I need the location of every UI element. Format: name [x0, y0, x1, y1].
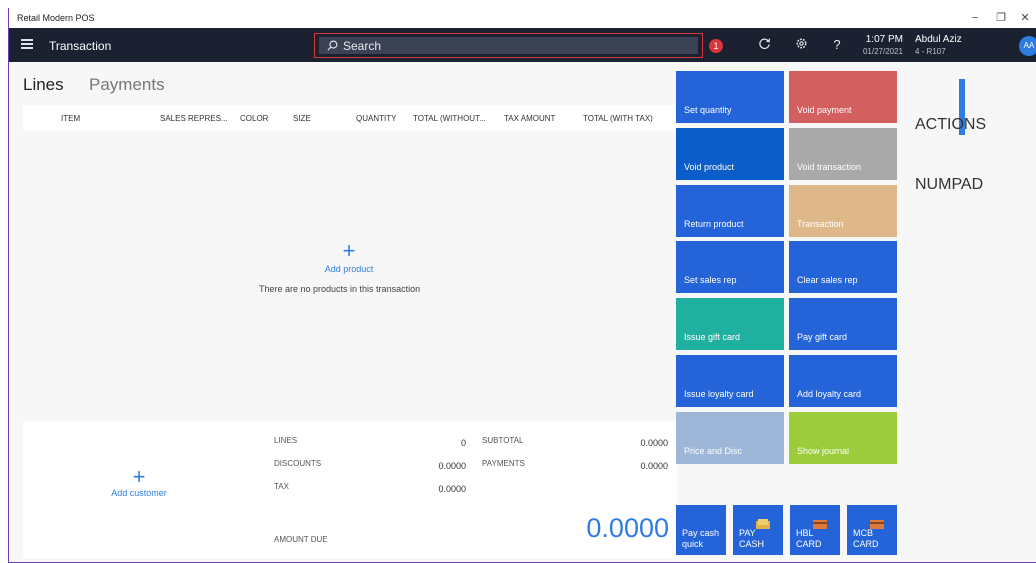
subtotal-value: 0.0000: [640, 438, 668, 448]
subtotal-label: SUBTOTAL: [482, 436, 524, 445]
tab-payments[interactable]: Payments: [89, 75, 165, 95]
tile-label: Issue loyalty card: [684, 389, 754, 399]
transaction-button[interactable]: Transaction: [789, 185, 897, 237]
tile-label: Clear sales rep: [797, 275, 858, 285]
notification-badge[interactable]: 1: [709, 39, 723, 53]
tile-label: Issue gift card: [684, 332, 741, 342]
return-product-button[interactable]: Return product: [676, 185, 784, 237]
close-button[interactable]: ✕: [1013, 10, 1036, 26]
column-header[interactable]: QUANTITY: [356, 114, 396, 123]
tile-label: Void payment: [797, 105, 852, 115]
add-loyalty-card-button[interactable]: Add loyalty card: [789, 355, 897, 407]
discounts-label: DISCOUNTS: [274, 459, 322, 468]
tax-value: 0.0000: [438, 484, 466, 494]
tile-label: HBL CARD: [796, 528, 822, 549]
restore-button[interactable]: ❐: [989, 10, 1013, 26]
void-transaction-button[interactable]: Void transaction: [789, 128, 897, 180]
tile-label: Price and Disc: [684, 446, 743, 456]
issue-gift-card-button[interactable]: Issue gift card: [676, 298, 784, 350]
tile-label: Pay gift card: [797, 332, 848, 342]
user-info[interactable]: Abdul Aziz 4 - R107: [915, 34, 962, 56]
app-window: Retail Modern POS − ❐ ✕ Transaction Sear…: [8, 8, 1036, 563]
search-input[interactable]: Search: [319, 37, 698, 54]
tile-label: Add loyalty card: [797, 389, 862, 399]
date: 01/27/2021: [862, 47, 903, 56]
issue-loyalty-card-button[interactable]: Issue loyalty card: [676, 355, 784, 407]
pay-cash-button[interactable]: PAY CASH: [733, 505, 783, 555]
pay-cash-quick-button[interactable]: Pay cash quick: [676, 505, 726, 555]
mcb-card-button[interactable]: MCB CARD: [847, 505, 897, 555]
tile-label: MCB CARD: [853, 528, 879, 549]
gear-icon[interactable]: [793, 37, 809, 53]
lines-label: LINES: [274, 436, 298, 445]
lines-value: 0: [460, 438, 466, 448]
column-header[interactable]: TOTAL (WITH TAX): [583, 114, 653, 123]
tile-label: Transaction: [797, 219, 844, 229]
show-journal-button[interactable]: Show journal: [789, 412, 897, 464]
tab-numpad[interactable]: NUMPAD: [915, 176, 983, 194]
tile-label: Show journal: [797, 446, 850, 456]
clock: 1:07 PM 01/27/2021: [857, 34, 903, 56]
tile-label: Set quantity: [684, 105, 732, 115]
store-register: 4 - R107: [915, 47, 946, 56]
column-header[interactable]: SALES REPRES...: [160, 114, 228, 123]
avatar[interactable]: AA: [1019, 36, 1036, 56]
clear-sales-rep-button[interactable]: Clear sales rep: [789, 241, 897, 293]
void-product-button[interactable]: Void product: [676, 128, 784, 180]
hamburger-icon[interactable]: [21, 39, 33, 49]
time: 1:07 PM: [865, 34, 903, 45]
pay-gift-card-button[interactable]: Pay gift card: [789, 298, 897, 350]
add-product-button[interactable]: + Add product: [319, 238, 379, 275]
hbl-card-button[interactable]: HBL CARD: [790, 505, 840, 555]
page-title: Transaction: [49, 39, 112, 53]
add-customer-label: Add customer: [111, 488, 167, 498]
title-bar: Retail Modern POS − ❐ ✕: [9, 8, 1036, 28]
window-title: Retail Modern POS: [17, 13, 95, 23]
search-placeholder: Search: [343, 38, 382, 53]
tile-label: PAY CASH: [739, 528, 765, 549]
minimize-button[interactable]: −: [963, 10, 987, 26]
plus-icon: +: [342, 238, 356, 263]
column-header[interactable]: ITEM: [61, 114, 80, 123]
price-and-disc-button[interactable]: Price and Disc: [676, 412, 784, 464]
set-quantity-button[interactable]: Set quantity: [676, 71, 784, 123]
void-payment-button[interactable]: Void payment: [789, 71, 897, 123]
column-header[interactable]: COLOR: [240, 114, 268, 123]
help-icon[interactable]: ?: [829, 37, 845, 53]
search-highlight: Search: [314, 33, 703, 58]
tab-lines[interactable]: Lines: [23, 75, 64, 95]
add-customer-button[interactable]: + Add customer: [99, 464, 179, 499]
top-nav-bar: Transaction Search 1 ? 1:07 PM 01/27/202…: [9, 28, 1036, 62]
tile-label: Set sales rep: [684, 275, 737, 285]
amount-due-label: AMOUNT DUE: [274, 535, 328, 544]
column-header[interactable]: TOTAL (WITHOUT...: [413, 114, 486, 123]
tax-label: TAX: [274, 482, 289, 491]
column-header[interactable]: TAX AMOUNT: [504, 114, 555, 123]
set-sales-rep-button[interactable]: Set sales rep: [676, 241, 784, 293]
search-icon: [327, 40, 338, 51]
amount-due-value: 0.0000: [586, 513, 669, 543]
tab-actions[interactable]: ACTIONS: [915, 116, 986, 134]
discounts-value: 0.0000: [438, 461, 466, 471]
payments-label: PAYMENTS: [482, 459, 525, 468]
tile-label: Void transaction: [797, 162, 862, 172]
right-rail: [911, 79, 959, 549]
totals-panel: LINES 0 DISCOUNTS 0.0000 TAX 0.0000 SUBT…: [256, 421, 677, 558]
plus-icon: +: [132, 464, 146, 489]
payments-value: 0.0000: [640, 461, 668, 471]
add-product-label: Add product: [324, 264, 374, 274]
refresh-icon[interactable]: [756, 37, 772, 53]
lines-grid-header: ITEM SALES REPRES... COLOR SIZE QUANTITY…: [23, 105, 677, 131]
user-name: Abdul Aziz: [915, 34, 962, 45]
tile-label: Return product: [684, 219, 744, 229]
tile-label: Pay cash quick: [682, 528, 720, 549]
empty-message: There are no products in this transactio…: [259, 284, 421, 294]
lines-grid-body: [23, 131, 677, 421]
column-header[interactable]: SIZE: [293, 114, 311, 123]
tile-label: Void product: [684, 162, 735, 172]
